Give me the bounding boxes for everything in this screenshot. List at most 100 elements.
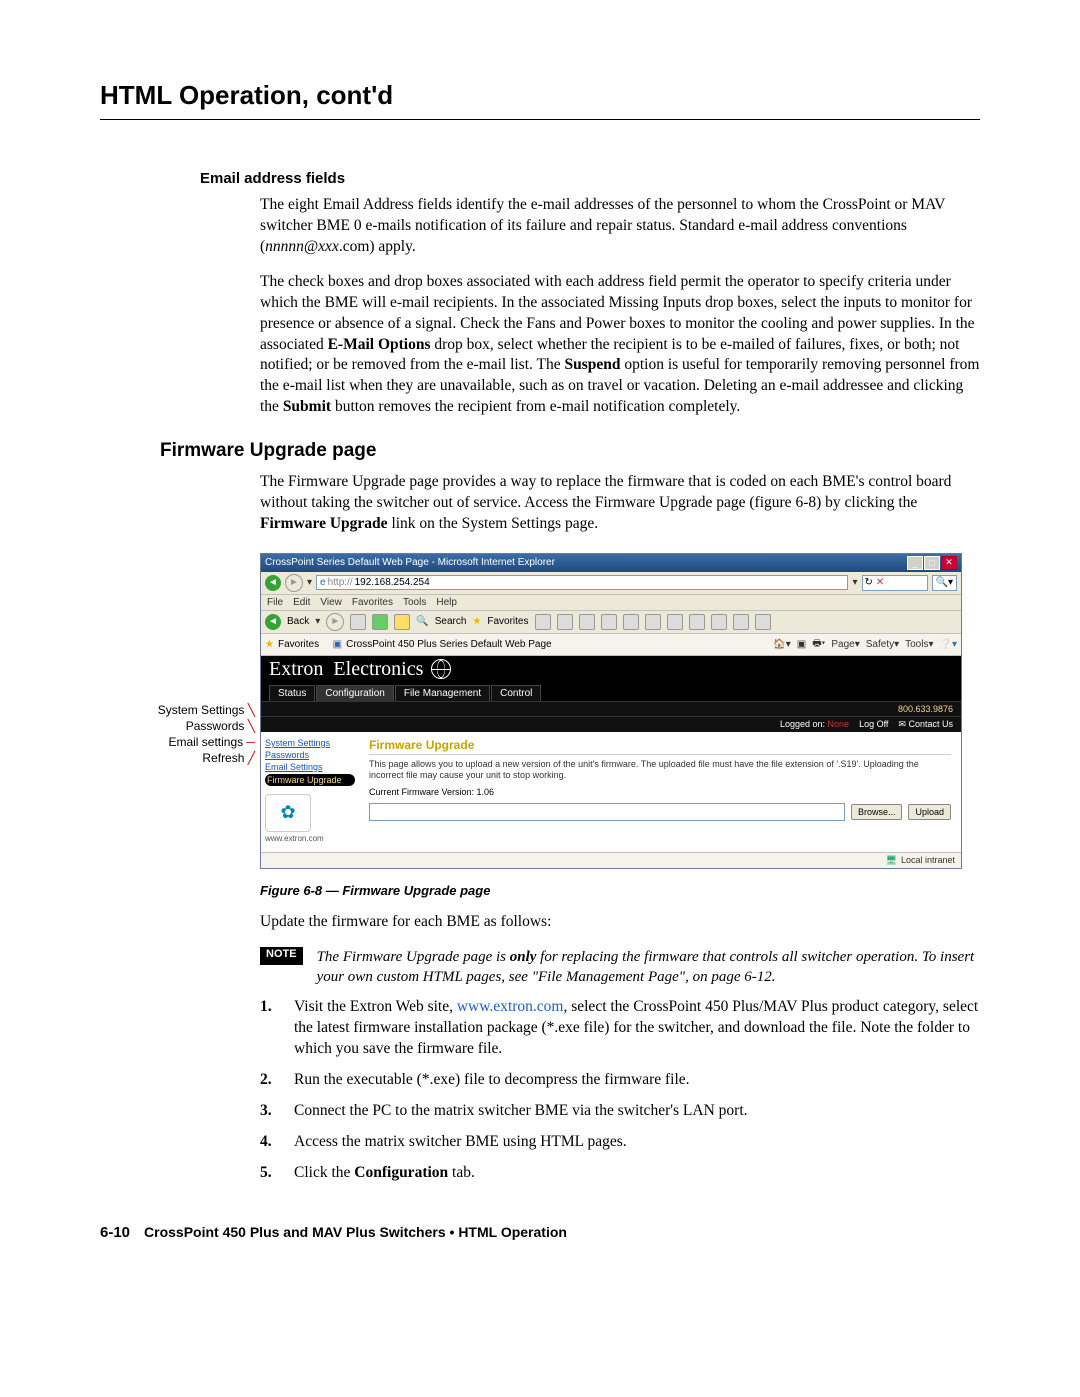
globe-icon bbox=[431, 659, 451, 679]
favorites-label[interactable]: Favorites bbox=[487, 616, 528, 627]
sidebar-item-system-settings[interactable]: System Settings bbox=[265, 738, 355, 748]
history-icon[interactable] bbox=[535, 614, 551, 630]
search-box[interactable]: ↻✕ bbox=[862, 575, 928, 591]
steps-list: 1. Visit the Extron Web site, www.extron… bbox=[260, 997, 980, 1183]
email-fields-heading: Email address fields bbox=[200, 170, 980, 187]
refresh-icon[interactable] bbox=[372, 614, 388, 630]
tab-configuration[interactable]: Configuration bbox=[316, 685, 393, 701]
extron-site-link[interactable]: www.extron.com bbox=[265, 834, 355, 843]
menu-view[interactable]: View bbox=[320, 597, 342, 608]
page-icon: e bbox=[320, 577, 326, 588]
step-1: 1. Visit the Extron Web site, www.extron… bbox=[260, 997, 980, 1060]
stop-icon[interactable] bbox=[350, 614, 366, 630]
browser-titlebar: CrossPoint Series Default Web Page - Mic… bbox=[261, 554, 961, 572]
toolbar-icon[interactable] bbox=[689, 614, 705, 630]
step-number: 4. bbox=[260, 1132, 294, 1153]
step-number: 1. bbox=[260, 997, 294, 1060]
text: .com) apply. bbox=[339, 238, 416, 255]
print-dropdown-icon[interactable]: 🖶▾ bbox=[812, 636, 825, 653]
feed-icon[interactable]: ▣ bbox=[797, 639, 806, 650]
close-button[interactable]: ✕ bbox=[941, 556, 957, 570]
help-icon[interactable]: ❔▾ bbox=[940, 639, 957, 650]
home-icon[interactable] bbox=[394, 614, 410, 630]
home-dropdown-icon[interactable]: 🏠▾ bbox=[773, 639, 790, 650]
callout-refresh: Refresh bbox=[202, 751, 244, 765]
contact-us-link[interactable]: ✉ Contact Us bbox=[898, 719, 953, 730]
callout-email-settings: Email settings bbox=[168, 735, 243, 749]
maximize-button[interactable]: □ bbox=[924, 556, 940, 570]
tab-status[interactable]: Status bbox=[269, 685, 315, 701]
address-prefix: http:// bbox=[328, 577, 353, 588]
menu-tools[interactable]: Tools bbox=[403, 597, 426, 608]
tab-file-management[interactable]: File Management bbox=[395, 685, 490, 701]
address-field[interactable]: e http://192.168.254.254 bbox=[316, 575, 848, 590]
tab-control[interactable]: Control bbox=[491, 685, 541, 701]
mail-icon[interactable] bbox=[557, 614, 573, 630]
phone-number: 800.633.9876 bbox=[898, 704, 953, 714]
extron-sidebar: System Settings Passwords Email Settings… bbox=[261, 732, 359, 852]
toolbar-icon[interactable] bbox=[667, 614, 683, 630]
sidebar-item-email-settings[interactable]: Email Settings bbox=[265, 762, 355, 772]
toolbar-icon[interactable] bbox=[755, 614, 771, 630]
search-go[interactable]: 🔍▾ bbox=[932, 575, 957, 591]
browser-title: CrossPoint Series Default Web Page - Mic… bbox=[265, 557, 555, 568]
back-button[interactable]: ◄ bbox=[265, 614, 281, 630]
firmware-upgrade-heading: Firmware Upgrade page bbox=[160, 440, 980, 462]
forward-button[interactable]: ► bbox=[326, 613, 344, 631]
toolbar-icon[interactable] bbox=[645, 614, 661, 630]
extron-title-text: Extron Electronics bbox=[269, 658, 423, 681]
step-number: 2. bbox=[260, 1070, 294, 1091]
menu-edit[interactable]: Edit bbox=[293, 597, 310, 608]
tools-menu[interactable]: Tools▾ bbox=[905, 639, 933, 650]
print-icon[interactable] bbox=[579, 614, 595, 630]
suspend-label: Suspend bbox=[564, 356, 620, 373]
text: button removes the recipient from e-mail… bbox=[331, 398, 740, 415]
toolbar-icon[interactable] bbox=[623, 614, 639, 630]
step-number: 5. bbox=[260, 1163, 294, 1184]
address-value: 192.168.254.254 bbox=[355, 577, 430, 588]
browse-button[interactable]: Browse... bbox=[851, 804, 903, 820]
minimize-button[interactable]: _ bbox=[907, 556, 923, 570]
forward-button-icon[interactable]: ► bbox=[285, 574, 303, 592]
log-off-link[interactable]: Log Off bbox=[859, 719, 888, 729]
note-badge: NOTE bbox=[260, 947, 303, 965]
chapter-title: HTML Operation, cont'd bbox=[100, 80, 980, 120]
tab-title[interactable]: CrossPoint 450 Plus Series Default Web P… bbox=[346, 639, 551, 650]
callout-line: ╲ bbox=[248, 703, 255, 717]
menu-help[interactable]: Help bbox=[436, 597, 457, 608]
back-label[interactable]: Back bbox=[287, 616, 309, 627]
step-3: 3. Connect the PC to the matrix switcher… bbox=[260, 1101, 980, 1122]
text: Connect the PC to the matrix switcher BM… bbox=[294, 1101, 980, 1122]
step-number: 3. bbox=[260, 1101, 294, 1122]
sidebar-item-passwords[interactable]: Passwords bbox=[265, 750, 355, 760]
step-5: 5. Click the Configuration tab. bbox=[260, 1163, 980, 1184]
figure-callouts: System Settings ╲ Passwords ╲ Email sett… bbox=[145, 703, 255, 767]
page-footer: 6-10 CrossPoint 450 Plus and MAV Plus Sw… bbox=[100, 1224, 980, 1241]
sidebar-item-firmware-upgrade[interactable]: Firmware Upgrade bbox=[265, 774, 355, 786]
favorites-bar-label[interactable]: Favorites bbox=[278, 639, 319, 650]
back-button-icon[interactable]: ◄ bbox=[265, 575, 281, 591]
browser-favorites-bar: ★ Favorites ▣ CrossPoint 450 Plus Series… bbox=[261, 634, 961, 656]
logged-on-value: None bbox=[828, 719, 850, 729]
update-instruction-line: Update the firmware for each BME as foll… bbox=[260, 912, 980, 933]
toolbar-icon[interactable] bbox=[711, 614, 727, 630]
stop-icon: ✕ bbox=[876, 577, 884, 588]
browser-window: CrossPoint Series Default Web Page - Mic… bbox=[260, 553, 962, 869]
extron-website-link[interactable]: www.extron.com bbox=[457, 998, 564, 1015]
step-4: 4. Access the matrix switcher BME using … bbox=[260, 1132, 980, 1153]
firmware-file-field[interactable] bbox=[369, 803, 845, 821]
edit-icon[interactable] bbox=[601, 614, 617, 630]
toolbar-icon[interactable] bbox=[733, 614, 749, 630]
favorites-star-icon[interactable]: ★ bbox=[265, 639, 274, 650]
extron-logo-title: Extron Electronics bbox=[269, 658, 953, 681]
extron-login-row: Logged on: None Log Off ✉ Contact Us bbox=[261, 716, 961, 732]
search-icon[interactable]: 🔍 bbox=[416, 616, 428, 627]
step-2: 2. Run the executable (*.exe) file to de… bbox=[260, 1070, 980, 1091]
safety-menu[interactable]: Safety▾ bbox=[866, 639, 899, 650]
page-menu[interactable]: Page▾ bbox=[831, 639, 859, 650]
upload-button[interactable]: Upload bbox=[908, 804, 951, 820]
favorites-star-icon[interactable]: ★ bbox=[472, 616, 481, 627]
menu-file[interactable]: File bbox=[267, 597, 283, 608]
menu-favorites[interactable]: Favorites bbox=[352, 597, 393, 608]
search-label[interactable]: Search bbox=[435, 616, 467, 627]
